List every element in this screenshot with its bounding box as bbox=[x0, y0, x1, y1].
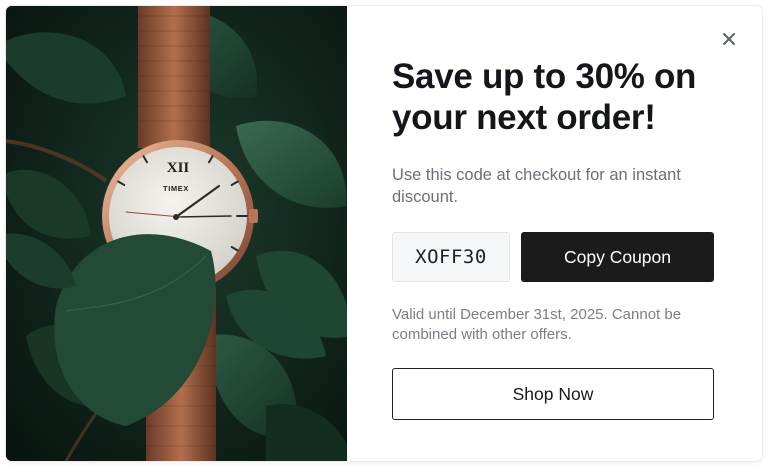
promo-headline: Save up to 30% on your next order! bbox=[392, 57, 697, 137]
copy-coupon-button[interactable]: Copy Coupon bbox=[521, 232, 714, 282]
promo-modal: XII TIMEX Save up to 30% on your next or… bbox=[6, 6, 762, 461]
close-icon bbox=[723, 33, 735, 45]
close-button[interactable] bbox=[718, 28, 740, 50]
shop-now-button[interactable]: Shop Now bbox=[392, 368, 714, 420]
coupon-code[interactable]: XOFF30 bbox=[392, 232, 510, 282]
product-image: XII TIMEX bbox=[6, 6, 347, 461]
dial-numeral: XII bbox=[167, 160, 190, 176]
promo-content: Save up to 30% on your next order! Use t… bbox=[392, 56, 717, 420]
dial-brand: TIMEX bbox=[163, 184, 189, 193]
coupon-row: XOFF30 Copy Coupon bbox=[392, 232, 714, 282]
promo-subtext: Use this code at checkout for an instant… bbox=[392, 166, 681, 206]
watch-photo: XII TIMEX bbox=[6, 6, 347, 461]
validity-note: Valid until December 31st, 2025. Cannot … bbox=[392, 306, 682, 343]
